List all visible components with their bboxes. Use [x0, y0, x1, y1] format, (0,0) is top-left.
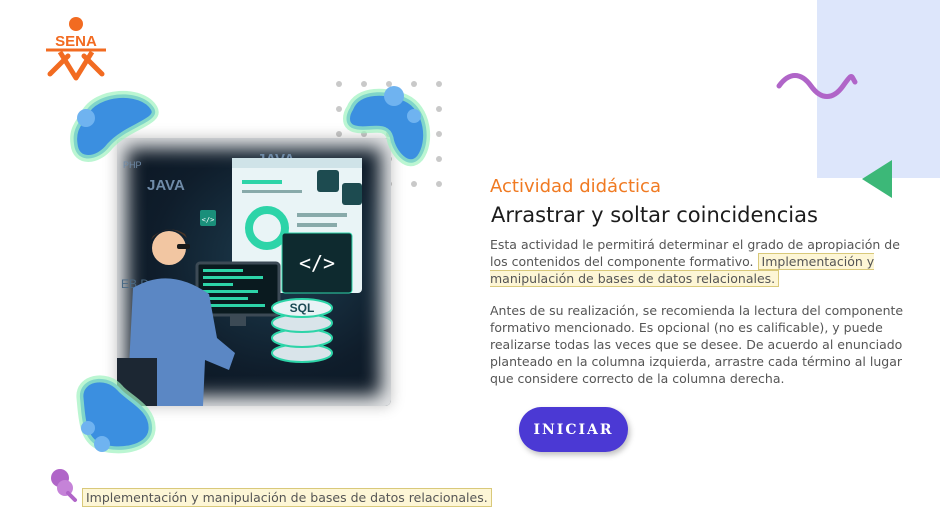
start-button[interactable]: INICIAR: [519, 407, 628, 452]
wave-decor-icon: [776, 73, 858, 99]
illustration-label: JAVA: [147, 177, 185, 194]
page-title: Arrastrar y soltar coincidencias: [491, 203, 818, 227]
instructions-paragraph: Antes de su realización, se recomienda l…: [490, 303, 904, 386]
blob-decor-icon: [70, 91, 159, 162]
illustration-label: SQL: [290, 301, 315, 315]
illustration-label: </>: [299, 251, 335, 275]
developer-illustration: JAVA JAVA PHP EB D </> </> SQL: [117, 138, 391, 406]
activity-kicker: Actividad didáctica: [490, 176, 661, 197]
triangle-decor-icon: [862, 160, 892, 198]
blob-decor-icon: [76, 375, 156, 454]
footer-component-name: Implementación y manipulación de bases d…: [82, 488, 492, 507]
intro-paragraph: Esta actividad le permitirá determinar e…: [490, 236, 918, 287]
logo-text: SENA: [55, 33, 97, 50]
illustration-label: </>: [202, 216, 215, 224]
pushpin-icon: [51, 469, 77, 502]
sena-logo-icon: SENA: [40, 16, 112, 86]
blob-decor-icon: [343, 86, 431, 167]
